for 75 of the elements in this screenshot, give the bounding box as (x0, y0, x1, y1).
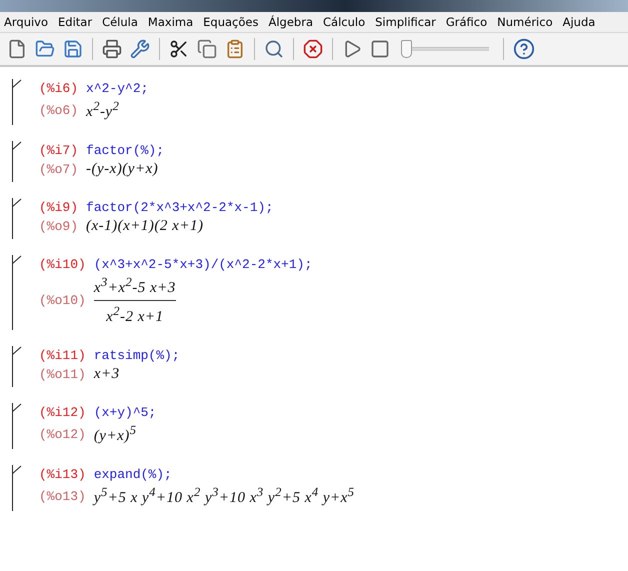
save-icon (63, 39, 83, 59)
output-label: (%o12) (39, 426, 86, 442)
input-code[interactable]: factor(2*x^3+x^2-2*x-1); (86, 200, 274, 215)
menu-item[interactable]: Arquivo (4, 15, 48, 29)
input-label: (%i7) (39, 143, 78, 158)
bracket-corner-icon (12, 198, 22, 208)
slider-thumb[interactable] (401, 40, 412, 58)
output-label: (%o13) (39, 488, 86, 504)
save-button[interactable] (62, 38, 84, 60)
cell-bracket[interactable]: (%i7) factor(%); (%o7) -(y-x)(y+x) (12, 141, 628, 182)
input-code[interactable]: (x^3+x^2-5*x+3)/(x^2-2*x+1); (94, 257, 312, 272)
output-label: (%o11) (39, 367, 86, 382)
output-label: (%o9) (39, 219, 78, 234)
copy-button[interactable] (196, 38, 218, 60)
menu-item[interactable]: Numérico (497, 15, 553, 29)
cell-bracket[interactable]: (%i6) x^2-y^2; (%o6) x$^{2}$-y$^{2}$ (12, 79, 628, 125)
input-label: (%i13) (39, 467, 86, 482)
output-expression: x+3 (94, 366, 120, 383)
wrench-button[interactable] (129, 38, 151, 60)
input-code[interactable]: x^2-y^2; (86, 81, 148, 96)
new-file-icon (7, 39, 27, 59)
menu-item[interactable]: Gráfico (446, 15, 488, 29)
square-icon (370, 39, 390, 59)
bracket-corner-icon (12, 346, 22, 356)
search-button[interactable] (263, 38, 285, 60)
cell-bracket[interactable]: (%i13) expand(%); (%o13) y$^{5}$+5 x y$^{4}$+10 x$^{2}$ y$^{3}$+10 x$^{3}$ y$^{2}$+5 x$^{4}$ y+x$^{5}$ (12, 465, 628, 511)
input-label: (%i11) (39, 348, 86, 363)
input-label: (%i10) (39, 257, 86, 272)
output-expression: x$^{2}$-y$^{2}$ (86, 99, 120, 121)
wrench-icon (130, 39, 150, 59)
bracket-corner-icon (12, 403, 22, 413)
output-expression: (x-1)(x+1)(2 x+1) (86, 218, 204, 235)
menu-item[interactable]: Editar (58, 15, 92, 29)
help-button[interactable] (512, 37, 536, 61)
menu-item[interactable]: Equações (203, 15, 258, 29)
clipboard-icon (225, 39, 245, 59)
stop-button[interactable] (302, 38, 324, 60)
input-code[interactable]: ratsimp(%); (94, 348, 180, 363)
printer-button[interactable] (101, 38, 123, 60)
scissors-icon (169, 39, 189, 59)
cell-bracket[interactable]: (%i12) (x+y)^5; (%o12) (y+x)$^{5}$ (12, 403, 628, 449)
cell-bracket[interactable]: (%i10) (x^3+x^2-5*x+3)/(x^2-2*x+1); (%o10) x$^{3}$+x$^{2}$-5 x+3 x$^{2}$-2 x+1 (12, 255, 628, 330)
bracket-corner-icon (12, 255, 22, 265)
help-icon (513, 38, 535, 60)
stop-icon (303, 39, 323, 59)
numerator: x$^{3}$+x$^{2}$-5 x+3 (94, 275, 176, 297)
copy-icon (197, 39, 217, 59)
output-label: (%o10) (39, 293, 86, 308)
output-label: (%o6) (39, 102, 78, 118)
menu-item[interactable]: Simplificar (375, 15, 436, 29)
printer-icon (102, 39, 122, 59)
denominator: x$^{2}$-2 x+1 (106, 304, 164, 326)
input-label: (%i9) (39, 200, 78, 215)
output-expression: y$^{5}$+5 x y$^{4}$+10 x$^{2}$ y$^{3}$+10 x$^{3}$ y$^{2}$+5 x$^{4}$ y+x$^{5}$ (94, 485, 355, 507)
menu-item[interactable]: Cálculo (323, 15, 366, 29)
menu-item[interactable]: Célula (102, 15, 138, 29)
search-icon (264, 39, 284, 59)
cell-bracket[interactable]: (%i11) ratsimp(%); (%o11) x+3 (12, 346, 628, 387)
input-code[interactable]: (x+y)^5; (94, 405, 156, 420)
output-expression: (y+x)$^{5}$ (94, 423, 136, 445)
output-expression: -(y-x)(y+x) (86, 161, 158, 178)
input-label: (%i12) (39, 405, 86, 420)
input-label: (%i6) (39, 81, 78, 96)
cell-bracket[interactable]: (%i9) factor(2*x^3+x^2-2*x-1); (%o9) (x-1)(x+1)(2 x+1) (12, 198, 628, 239)
input-code[interactable]: expand(%); (94, 467, 172, 482)
bracket-corner-icon (12, 79, 22, 89)
output-label: (%o7) (39, 162, 78, 177)
bracket-corner-icon (12, 141, 22, 151)
menu-item[interactable]: Álgebra (268, 15, 313, 29)
bracket-corner-icon (12, 465, 22, 475)
menu-item[interactable]: Ajuda (562, 15, 596, 29)
square-button[interactable] (369, 38, 391, 60)
input-code[interactable]: factor(%); (86, 143, 164, 158)
folder-icon (35, 39, 55, 59)
menu-item[interactable]: Maxima (148, 15, 194, 29)
